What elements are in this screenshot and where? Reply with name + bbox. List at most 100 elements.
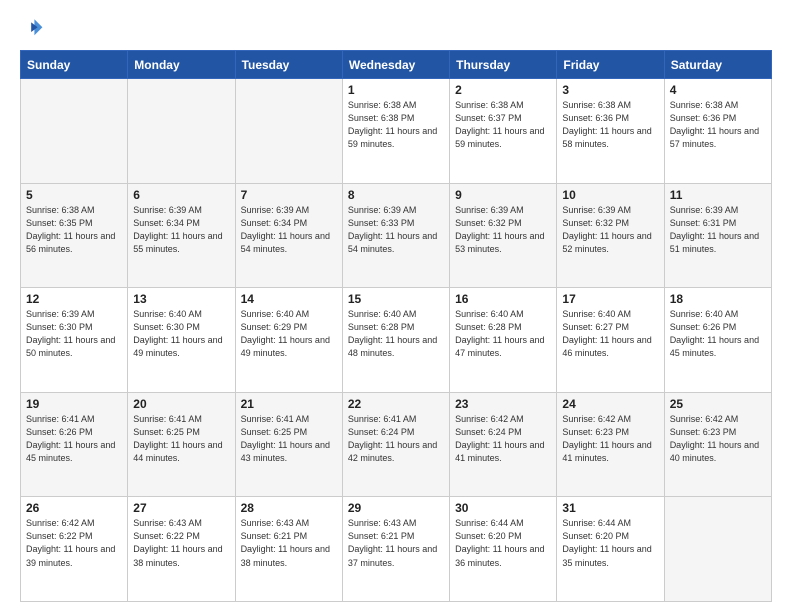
- logo: [20, 16, 48, 40]
- day-info: Sunrise: 6:41 AMSunset: 6:24 PMDaylight:…: [348, 414, 437, 463]
- day-info: Sunrise: 6:38 AMSunset: 6:37 PMDaylight:…: [455, 100, 544, 149]
- day-number: 8: [348, 188, 444, 202]
- calendar-week-2: 5 Sunrise: 6:38 AMSunset: 6:35 PMDayligh…: [21, 183, 772, 288]
- day-info: Sunrise: 6:38 AMSunset: 6:36 PMDaylight:…: [670, 100, 759, 149]
- calendar-table: SundayMondayTuesdayWednesdayThursdayFrid…: [20, 50, 772, 602]
- calendar-cell: 25 Sunrise: 6:42 AMSunset: 6:23 PMDaylig…: [664, 392, 771, 497]
- day-number: 7: [241, 188, 337, 202]
- calendar-cell: 26 Sunrise: 6:42 AMSunset: 6:22 PMDaylig…: [21, 497, 128, 602]
- day-number: 25: [670, 397, 766, 411]
- day-info: Sunrise: 6:41 AMSunset: 6:25 PMDaylight:…: [133, 414, 222, 463]
- calendar-cell: 4 Sunrise: 6:38 AMSunset: 6:36 PMDayligh…: [664, 79, 771, 184]
- day-number: 20: [133, 397, 229, 411]
- day-info: Sunrise: 6:41 AMSunset: 6:26 PMDaylight:…: [26, 414, 115, 463]
- day-number: 2: [455, 83, 551, 97]
- day-info: Sunrise: 6:42 AMSunset: 6:22 PMDaylight:…: [26, 518, 115, 567]
- day-info: Sunrise: 6:43 AMSunset: 6:22 PMDaylight:…: [133, 518, 222, 567]
- calendar-cell: 7 Sunrise: 6:39 AMSunset: 6:34 PMDayligh…: [235, 183, 342, 288]
- day-number: 21: [241, 397, 337, 411]
- day-info: Sunrise: 6:43 AMSunset: 6:21 PMDaylight:…: [241, 518, 330, 567]
- calendar-cell: 24 Sunrise: 6:42 AMSunset: 6:23 PMDaylig…: [557, 392, 664, 497]
- day-info: Sunrise: 6:39 AMSunset: 6:32 PMDaylight:…: [455, 205, 544, 254]
- day-number: 19: [26, 397, 122, 411]
- col-header-saturday: Saturday: [664, 51, 771, 79]
- calendar-cell: 21 Sunrise: 6:41 AMSunset: 6:25 PMDaylig…: [235, 392, 342, 497]
- calendar-cell: [664, 497, 771, 602]
- day-info: Sunrise: 6:40 AMSunset: 6:27 PMDaylight:…: [562, 309, 651, 358]
- day-number: 10: [562, 188, 658, 202]
- calendar-cell: 5 Sunrise: 6:38 AMSunset: 6:35 PMDayligh…: [21, 183, 128, 288]
- calendar-cell: 14 Sunrise: 6:40 AMSunset: 6:29 PMDaylig…: [235, 288, 342, 393]
- day-info: Sunrise: 6:40 AMSunset: 6:29 PMDaylight:…: [241, 309, 330, 358]
- day-info: Sunrise: 6:39 AMSunset: 6:31 PMDaylight:…: [670, 205, 759, 254]
- calendar-cell: 6 Sunrise: 6:39 AMSunset: 6:34 PMDayligh…: [128, 183, 235, 288]
- calendar-cell: 9 Sunrise: 6:39 AMSunset: 6:32 PMDayligh…: [450, 183, 557, 288]
- calendar-week-1: 1 Sunrise: 6:38 AMSunset: 6:38 PMDayligh…: [21, 79, 772, 184]
- calendar-cell: 8 Sunrise: 6:39 AMSunset: 6:33 PMDayligh…: [342, 183, 449, 288]
- day-info: Sunrise: 6:40 AMSunset: 6:30 PMDaylight:…: [133, 309, 222, 358]
- day-info: Sunrise: 6:39 AMSunset: 6:33 PMDaylight:…: [348, 205, 437, 254]
- day-info: Sunrise: 6:38 AMSunset: 6:38 PMDaylight:…: [348, 100, 437, 149]
- day-info: Sunrise: 6:39 AMSunset: 6:30 PMDaylight:…: [26, 309, 115, 358]
- calendar-cell: 18 Sunrise: 6:40 AMSunset: 6:26 PMDaylig…: [664, 288, 771, 393]
- calendar-cell: 22 Sunrise: 6:41 AMSunset: 6:24 PMDaylig…: [342, 392, 449, 497]
- day-number: 28: [241, 501, 337, 515]
- calendar-page: SundayMondayTuesdayWednesdayThursdayFrid…: [0, 0, 792, 612]
- calendar-cell: 13 Sunrise: 6:40 AMSunset: 6:30 PMDaylig…: [128, 288, 235, 393]
- day-number: 26: [26, 501, 122, 515]
- day-info: Sunrise: 6:39 AMSunset: 6:34 PMDaylight:…: [241, 205, 330, 254]
- col-header-friday: Friday: [557, 51, 664, 79]
- calendar-cell: [235, 79, 342, 184]
- logo-icon: [20, 16, 44, 40]
- day-number: 6: [133, 188, 229, 202]
- header: [20, 16, 772, 40]
- day-number: 16: [455, 292, 551, 306]
- calendar-cell: 28 Sunrise: 6:43 AMSunset: 6:21 PMDaylig…: [235, 497, 342, 602]
- day-info: Sunrise: 6:40 AMSunset: 6:28 PMDaylight:…: [455, 309, 544, 358]
- calendar-cell: 17 Sunrise: 6:40 AMSunset: 6:27 PMDaylig…: [557, 288, 664, 393]
- day-number: 23: [455, 397, 551, 411]
- day-info: Sunrise: 6:38 AMSunset: 6:35 PMDaylight:…: [26, 205, 115, 254]
- day-number: 31: [562, 501, 658, 515]
- day-info: Sunrise: 6:42 AMSunset: 6:23 PMDaylight:…: [670, 414, 759, 463]
- day-number: 24: [562, 397, 658, 411]
- calendar-cell: 29 Sunrise: 6:43 AMSunset: 6:21 PMDaylig…: [342, 497, 449, 602]
- calendar-cell: 27 Sunrise: 6:43 AMSunset: 6:22 PMDaylig…: [128, 497, 235, 602]
- calendar-week-5: 26 Sunrise: 6:42 AMSunset: 6:22 PMDaylig…: [21, 497, 772, 602]
- day-number: 29: [348, 501, 444, 515]
- calendar-cell: 3 Sunrise: 6:38 AMSunset: 6:36 PMDayligh…: [557, 79, 664, 184]
- day-number: 17: [562, 292, 658, 306]
- col-header-sunday: Sunday: [21, 51, 128, 79]
- calendar-week-3: 12 Sunrise: 6:39 AMSunset: 6:30 PMDaylig…: [21, 288, 772, 393]
- day-number: 1: [348, 83, 444, 97]
- day-number: 11: [670, 188, 766, 202]
- day-number: 12: [26, 292, 122, 306]
- calendar-cell: [21, 79, 128, 184]
- day-number: 22: [348, 397, 444, 411]
- calendar-cell: 15 Sunrise: 6:40 AMSunset: 6:28 PMDaylig…: [342, 288, 449, 393]
- calendar-cell: 31 Sunrise: 6:44 AMSunset: 6:20 PMDaylig…: [557, 497, 664, 602]
- day-number: 3: [562, 83, 658, 97]
- day-info: Sunrise: 6:44 AMSunset: 6:20 PMDaylight:…: [562, 518, 651, 567]
- calendar-cell: 20 Sunrise: 6:41 AMSunset: 6:25 PMDaylig…: [128, 392, 235, 497]
- day-number: 13: [133, 292, 229, 306]
- day-number: 18: [670, 292, 766, 306]
- calendar-header-row: SundayMondayTuesdayWednesdayThursdayFrid…: [21, 51, 772, 79]
- day-info: Sunrise: 6:39 AMSunset: 6:34 PMDaylight:…: [133, 205, 222, 254]
- calendar-cell: 11 Sunrise: 6:39 AMSunset: 6:31 PMDaylig…: [664, 183, 771, 288]
- col-header-monday: Monday: [128, 51, 235, 79]
- day-number: 30: [455, 501, 551, 515]
- day-info: Sunrise: 6:44 AMSunset: 6:20 PMDaylight:…: [455, 518, 544, 567]
- day-info: Sunrise: 6:42 AMSunset: 6:23 PMDaylight:…: [562, 414, 651, 463]
- calendar-cell: 30 Sunrise: 6:44 AMSunset: 6:20 PMDaylig…: [450, 497, 557, 602]
- day-number: 5: [26, 188, 122, 202]
- day-info: Sunrise: 6:43 AMSunset: 6:21 PMDaylight:…: [348, 518, 437, 567]
- day-info: Sunrise: 6:39 AMSunset: 6:32 PMDaylight:…: [562, 205, 651, 254]
- calendar-cell: 19 Sunrise: 6:41 AMSunset: 6:26 PMDaylig…: [21, 392, 128, 497]
- calendar-cell: [128, 79, 235, 184]
- day-number: 9: [455, 188, 551, 202]
- day-info: Sunrise: 6:42 AMSunset: 6:24 PMDaylight:…: [455, 414, 544, 463]
- day-number: 27: [133, 501, 229, 515]
- col-header-thursday: Thursday: [450, 51, 557, 79]
- calendar-cell: 10 Sunrise: 6:39 AMSunset: 6:32 PMDaylig…: [557, 183, 664, 288]
